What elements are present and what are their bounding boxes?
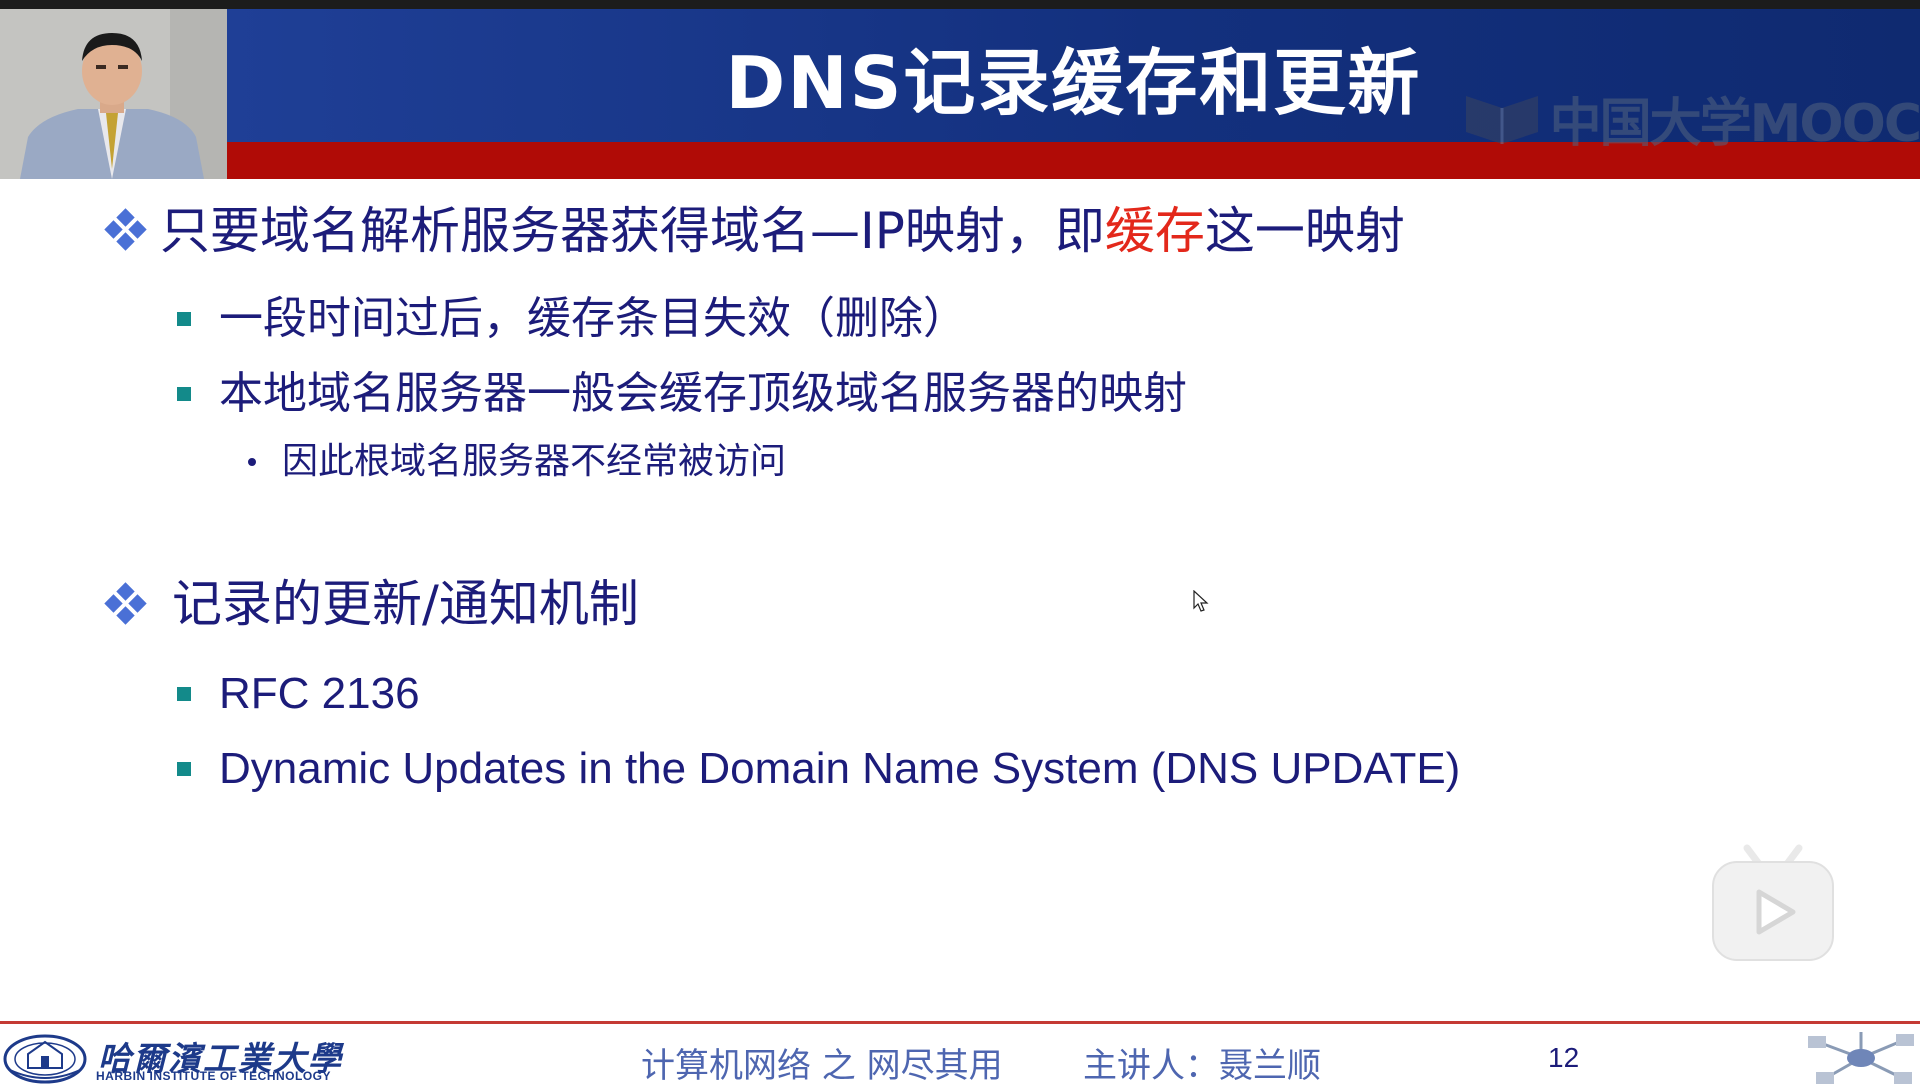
university-seal-icon: [3, 1034, 87, 1084]
square-bullet-icon: [177, 762, 191, 776]
mooc-logo-icon: [1465, 96, 1538, 144]
bullet-cache-mapping: 只要域名解析服务器获得域名—IP映射，即缓存这一映射: [160, 201, 1405, 261]
page-number: 12: [1548, 1042, 1580, 1073]
diamond-bullet-icon: [104, 208, 147, 251]
square-bullet-icon: [177, 387, 191, 401]
presenter-video: [0, 9, 227, 179]
top-strip: [0, 0, 1920, 9]
presenter-figure: [0, 9, 227, 179]
sub-sub-bullet-root-server: 因此根域名服务器不经常被访问: [282, 441, 787, 482]
slide-header: DNS记录缓存和更新 中国大学MOOC: [227, 9, 1920, 179]
diamond-bullet-icon: [104, 582, 147, 625]
sub-bullet-dns-update: Dynamic Updates in the Domain Name Syste…: [219, 744, 1461, 793]
course-name: 计算机网络 之 网尽其用: [641, 1046, 1003, 1086]
slide-footer: 哈爾濱工業大學 HARBIN INSTITUTE OF TECHNOLOGY 计…: [0, 1024, 1920, 1089]
highlight-cache: 缓存: [1104, 202, 1205, 260]
sub-bullet-expire: 一段时间过后，缓存条目失效（删除）: [219, 293, 967, 344]
network-icon: [1808, 1032, 1914, 1084]
mooc-watermark-text: 中国大学MOOC: [1549, 93, 1920, 154]
sub-bullet-rfc: RFC 2136: [219, 669, 420, 718]
square-bullet-icon: [177, 312, 191, 326]
mooc-watermark: 中国大学MOOC: [1462, 83, 1920, 154]
lecturer-name: 主讲人：聂兰顺: [1083, 1046, 1321, 1086]
sub-bullet-local-server: 本地域名服务器一般会缓存顶级域名服务器的映射: [219, 368, 1187, 419]
play-button[interactable]: [1711, 842, 1835, 962]
slide-body: 只要域名解析服务器获得域名—IP映射，即缓存这一映射 一段时间过后，缓存条目失效…: [0, 179, 1920, 1021]
square-bullet-icon: [177, 687, 191, 701]
mouse-pointer-icon: [1193, 590, 1209, 612]
bullet-cache-mapping-text: 只要域名解析服务器获得域名—IP映射，即: [160, 202, 1105, 260]
dot-bullet-icon: [248, 458, 256, 466]
bullet-cache-mapping-tail: 这一映射: [1204, 202, 1405, 260]
bullet-update-notify: 记录的更新/通知机制: [172, 575, 639, 633]
university-name-en: HARBIN INSTITUTE OF TECHNOLOGY: [96, 1069, 331, 1083]
